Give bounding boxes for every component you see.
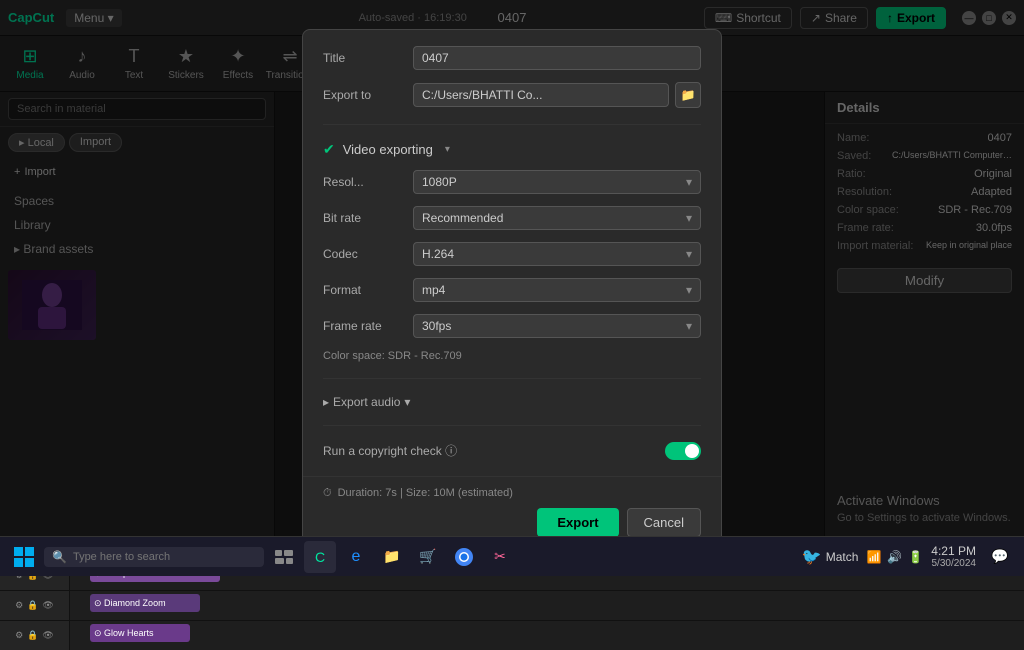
arrow-right-icon: ▸ [323, 395, 329, 409]
taskbar-app-capcut2[interactable]: ✂ [484, 541, 516, 573]
separator-1 [323, 124, 701, 125]
title-row: Title [323, 46, 701, 70]
taskbar-app-store[interactable]: 🛒 [412, 541, 444, 573]
sys-tray-icons: 📶 🔊 🔋 [866, 550, 923, 564]
toggle-knob [685, 444, 699, 458]
resolution-row: Resol... 1080P ▾ [323, 170, 701, 194]
format-select[interactable]: mp4 ▾ [413, 278, 701, 302]
store-icon: 🛒 [419, 548, 436, 565]
copyright-row: Run a copyright check ⓘ [323, 442, 701, 460]
export-path-input[interactable] [413, 83, 669, 107]
chevron-down-icon: ▾ [686, 211, 692, 225]
chevron-down-icon: ▾ [686, 319, 692, 333]
track-content-3: ⊙ Glow Hearts [70, 621, 1024, 650]
codec-select[interactable]: H.264 ▾ [413, 242, 701, 266]
track-row-3: ⚙🔒👁 ⊙ Glow Hearts [0, 621, 1024, 650]
modal-export-button[interactable]: Export [537, 508, 618, 537]
track-left-3: ⚙🔒👁 [0, 621, 70, 650]
framerate-row: Frame rate 30fps ▾ [323, 314, 701, 338]
title-input[interactable] [413, 46, 701, 70]
export-to-row: Export to 📁 [323, 82, 701, 108]
codec-row: Codec H.264 ▾ [323, 242, 701, 266]
notification-button[interactable]: 💬 [984, 541, 1016, 573]
network-icon: 📶 [866, 550, 881, 564]
bitrate-select[interactable]: Recommended ▾ [413, 206, 701, 230]
clip-diamond-zoom[interactable]: ⊙ Diamond Zoom [90, 594, 200, 612]
clip-glow-hearts[interactable]: ⊙ Glow Hearts [90, 624, 190, 642]
taskbar: 🔍 C e 📁 🛒 ✂ 🐦 Match [0, 536, 1024, 576]
export-audio-section[interactable]: ▸ Export audio ▾ [323, 395, 701, 409]
taskbar-right: 🐦 Match 📶 🔊 🔋 4:21 PM 5/30/2024 💬 [802, 541, 1016, 573]
duration-icon: ⏱ [323, 487, 332, 500]
track-content-2: ⊙ Diamond Zoom [70, 591, 1024, 620]
taskbar-search[interactable]: 🔍 [44, 547, 264, 567]
clip-label: ⊙ Diamond Zoom [94, 598, 166, 609]
export-modal: Title Export to 📁 ✔ Video exporting ▾ [302, 29, 722, 548]
format-row: Format mp4 ▾ [323, 278, 701, 302]
taskbar-app-explorer[interactable]: 📁 [376, 541, 408, 573]
explorer-icon: 📁 [383, 548, 400, 565]
volume-icon: 🔊 [887, 550, 902, 564]
bird-icon: 🐦 [802, 547, 822, 567]
edge-icon: e [352, 548, 361, 566]
chevron-down-icon: ▾ [686, 175, 692, 189]
taskbar-app-chrome[interactable] [448, 541, 480, 573]
taskbar-search-input[interactable] [73, 551, 233, 563]
chrome-icon [455, 548, 473, 566]
modal-body: Title Export to 📁 ✔ Video exporting ▾ [303, 30, 721, 476]
checkbox-checked-icon: ✔ [323, 141, 335, 158]
system-tray: 🐦 Match [802, 547, 859, 567]
footer-info: ⏱ Duration: 7s | Size: 10M (estimated) [323, 487, 701, 500]
folder-browse-button[interactable]: 📁 [675, 82, 701, 108]
capcut-taskbar-icon: C [315, 549, 325, 565]
modal-overlay: Title Export to 📁 ✔ Video exporting ▾ [0, 0, 1024, 576]
chevron-down-icon: ▾ [686, 283, 692, 297]
footer-buttons: Export Cancel [323, 508, 701, 537]
windows-logo-icon [14, 547, 34, 567]
chevron-icon: ▾ [404, 395, 410, 409]
clock-display: 4:21 PM 5/30/2024 [931, 544, 976, 569]
clip-label: ⊙ Glow Hearts [94, 628, 154, 639]
match-text: Match [826, 550, 859, 564]
copyright-toggle[interactable] [665, 442, 701, 460]
modal-cancel-button[interactable]: Cancel [627, 508, 701, 537]
track-row-2: ⚙🔒👁 ⊙ Diamond Zoom [0, 591, 1024, 621]
notification-icon: 💬 [991, 548, 1008, 565]
color-space-display: Color space: SDR - Rec.709 [323, 350, 701, 362]
battery-icon: 🔋 [908, 550, 923, 564]
framerate-select[interactable]: 30fps ▾ [413, 314, 701, 338]
bitrate-row: Bit rate Recommended ▾ [323, 206, 701, 230]
resolution-select[interactable]: 1080P ▾ [413, 170, 701, 194]
chevron-down-icon: ▾ [686, 247, 692, 261]
taskbar-app-capcut[interactable]: C [304, 541, 336, 573]
app-icon-2: ✂ [494, 548, 506, 565]
taskview-button[interactable] [268, 541, 300, 573]
folder-icon: 📁 [681, 88, 696, 102]
separator-3 [323, 425, 701, 426]
track-left-2: ⚙🔒👁 [0, 591, 70, 620]
video-exporting-section: ✔ Video exporting ▾ [323, 141, 701, 158]
search-icon: 🔍 [52, 550, 67, 564]
taskbar-app-edge[interactable]: e [340, 541, 372, 573]
start-button[interactable] [8, 541, 40, 573]
taskview-icon [275, 550, 293, 564]
separator-2 [323, 378, 701, 379]
